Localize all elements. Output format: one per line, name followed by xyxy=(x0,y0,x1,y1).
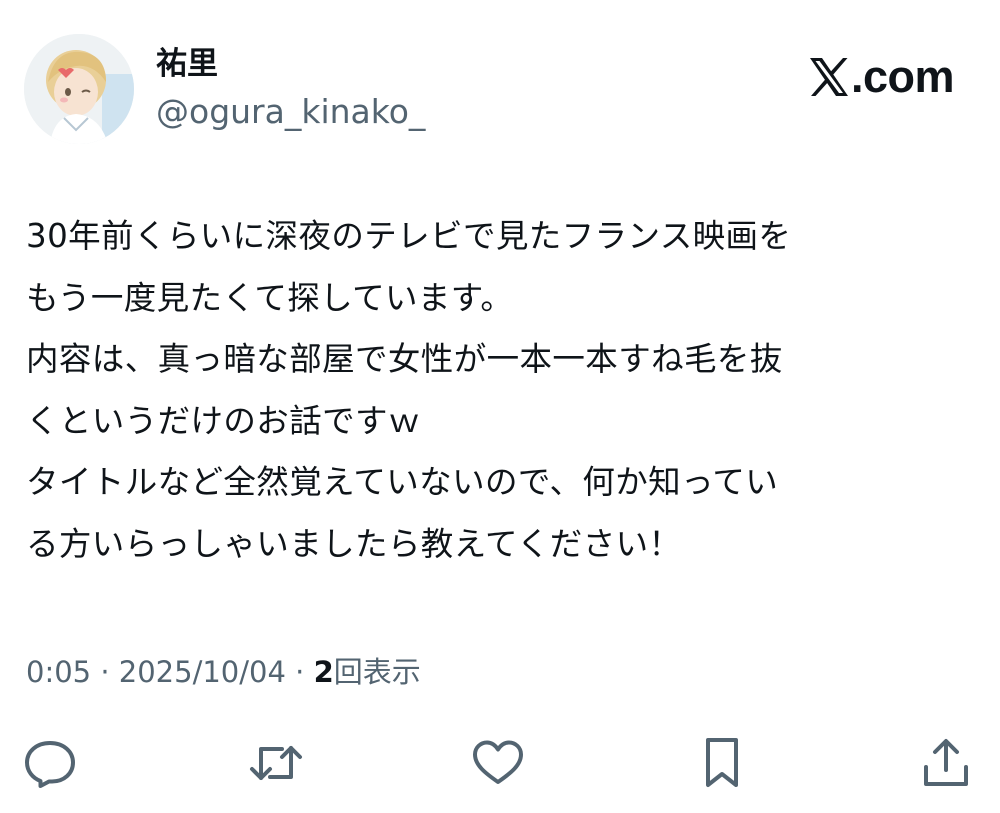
x-com-logo: .com xyxy=(808,51,955,102)
avatar-illustration-icon xyxy=(24,34,134,144)
meta-separator: · xyxy=(285,655,314,689)
reply-icon xyxy=(25,741,75,788)
brand-domain-text: .com xyxy=(850,51,955,102)
tweet-text-line: 内容は、真っ暗な部屋で女性が一本一本すね毛を抜 xyxy=(26,340,783,378)
tweet-text-line: 30年前くらいに深夜のテレビで見たフランス映画を xyxy=(26,217,792,255)
share-icon xyxy=(924,739,968,786)
display-name[interactable]: 祐里 xyxy=(156,44,218,84)
tweet-text-line: タイトルなど全然覚えていないので、何か知ってい xyxy=(26,463,779,501)
tweet-metadata: 0:05 · 2025/10/04 · 2回表示 xyxy=(26,652,421,692)
heart-icon xyxy=(473,740,523,784)
avatar[interactable] xyxy=(24,34,134,144)
repost-icon xyxy=(250,746,302,780)
x-logo-icon xyxy=(809,58,848,96)
tweet-text-line: くというだけのお話ですｗ xyxy=(26,401,421,440)
meta-separator: · xyxy=(91,655,119,689)
tweet-text-line: もう一度見たくて探しています。 xyxy=(26,278,514,317)
user-handle[interactable]: @ogura_kinako_ xyxy=(156,92,425,132)
share-button[interactable] xyxy=(918,735,974,791)
tweet-date[interactable]: 2025/10/04 xyxy=(119,655,286,689)
view-count: 2 xyxy=(313,655,334,689)
like-button[interactable] xyxy=(470,735,526,791)
tweet-text: 30年前くらいに深夜のテレビで見たフランス映画を もう一度見たくて探しています。… xyxy=(26,206,976,575)
view-label: 回表示 xyxy=(333,655,421,689)
bookmark-icon xyxy=(706,738,738,787)
repost-button[interactable] xyxy=(248,735,304,791)
tweet-text-line: る方いらっしゃいましたら教えてください！ xyxy=(26,524,682,563)
reply-button[interactable] xyxy=(22,735,78,791)
bookmark-button[interactable] xyxy=(694,735,750,791)
tweet-time[interactable]: 0:05 xyxy=(26,655,91,689)
